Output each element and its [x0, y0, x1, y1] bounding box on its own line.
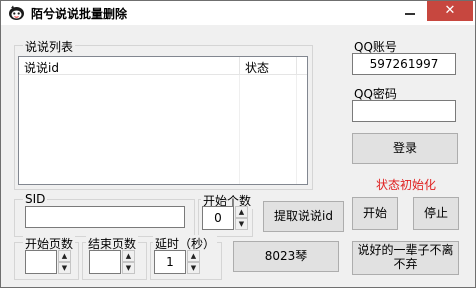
close-button[interactable]: ✕ [427, 1, 473, 21]
spin-down-icon[interactable]: ▼ [58, 262, 71, 274]
spin-down-icon[interactable]: ▼ [235, 218, 248, 230]
spin-up-icon[interactable]: ▲ [235, 206, 248, 218]
qq-account-field[interactable]: 597261997 [352, 53, 456, 75]
start-count-field[interactable]: 0 [202, 206, 234, 230]
column-separator [239, 57, 240, 75]
quote-button-label: 说好的一辈子不离不弃 [357, 243, 454, 271]
main-window: 陌兮说说批量删除 ✕ 说说列表 说说id 状态 QQ账号 597261997 Q… [0, 0, 476, 288]
login-button[interactable]: 登录 [352, 133, 458, 164]
author-button[interactable]: 8023琴 [233, 241, 339, 272]
talk-id-list[interactable]: 说说id 状态 [18, 56, 308, 185]
start-page-field[interactable] [25, 250, 57, 274]
grid-line [296, 75, 297, 184]
close-icon: ✕ [444, 3, 456, 18]
spin-up-icon[interactable]: ▲ [187, 250, 200, 262]
talk-list-group-label: 说说列表 [23, 38, 76, 55]
status-text: 状态初始化 [376, 178, 437, 192]
column-header-status[interactable]: 状态 [245, 59, 269, 76]
column-separator [296, 57, 297, 75]
spin-down-icon[interactable]: ▼ [187, 262, 200, 274]
end-page-field[interactable] [89, 250, 121, 274]
grid-line [239, 75, 240, 184]
qq-account-value: 597261997 [369, 57, 439, 71]
delay-value: 1 [166, 255, 174, 269]
sid-input[interactable] [25, 206, 185, 228]
delay-field[interactable]: 1 [154, 250, 186, 274]
start-count-value: 0 [214, 211, 222, 225]
sid-label: SID [23, 192, 48, 206]
list-header: 说说id 状态 [19, 57, 307, 75]
quote-button[interactable]: 说好的一辈子不离不弃 [352, 241, 459, 275]
start-button[interactable]: 开始 [352, 197, 398, 230]
extract-talk-id-label: 提取说说id [274, 208, 333, 223]
login-button-label: 登录 [392, 140, 417, 155]
minimize-button[interactable] [396, 1, 424, 21]
spin-up-icon[interactable]: ▲ [122, 250, 135, 262]
qq-password-field[interactable] [352, 100, 456, 122]
spin-up-icon[interactable]: ▲ [58, 250, 71, 262]
app-avatar-icon [9, 5, 24, 20]
title-bar[interactable]: 陌兮说说批量删除 ✕ [1, 1, 475, 25]
column-header-talk-id[interactable]: 说说id [24, 59, 59, 76]
spin-down-icon[interactable]: ▼ [122, 262, 135, 274]
start-button-label: 开始 [362, 205, 387, 220]
window-title: 陌兮说说批量删除 [31, 7, 128, 21]
stop-button-label: 停止 [423, 205, 448, 220]
stop-button[interactable]: 停止 [413, 197, 459, 230]
author-button-label: 8023琴 [264, 248, 308, 263]
extract-talk-id-button[interactable]: 提取说说id [263, 201, 344, 232]
